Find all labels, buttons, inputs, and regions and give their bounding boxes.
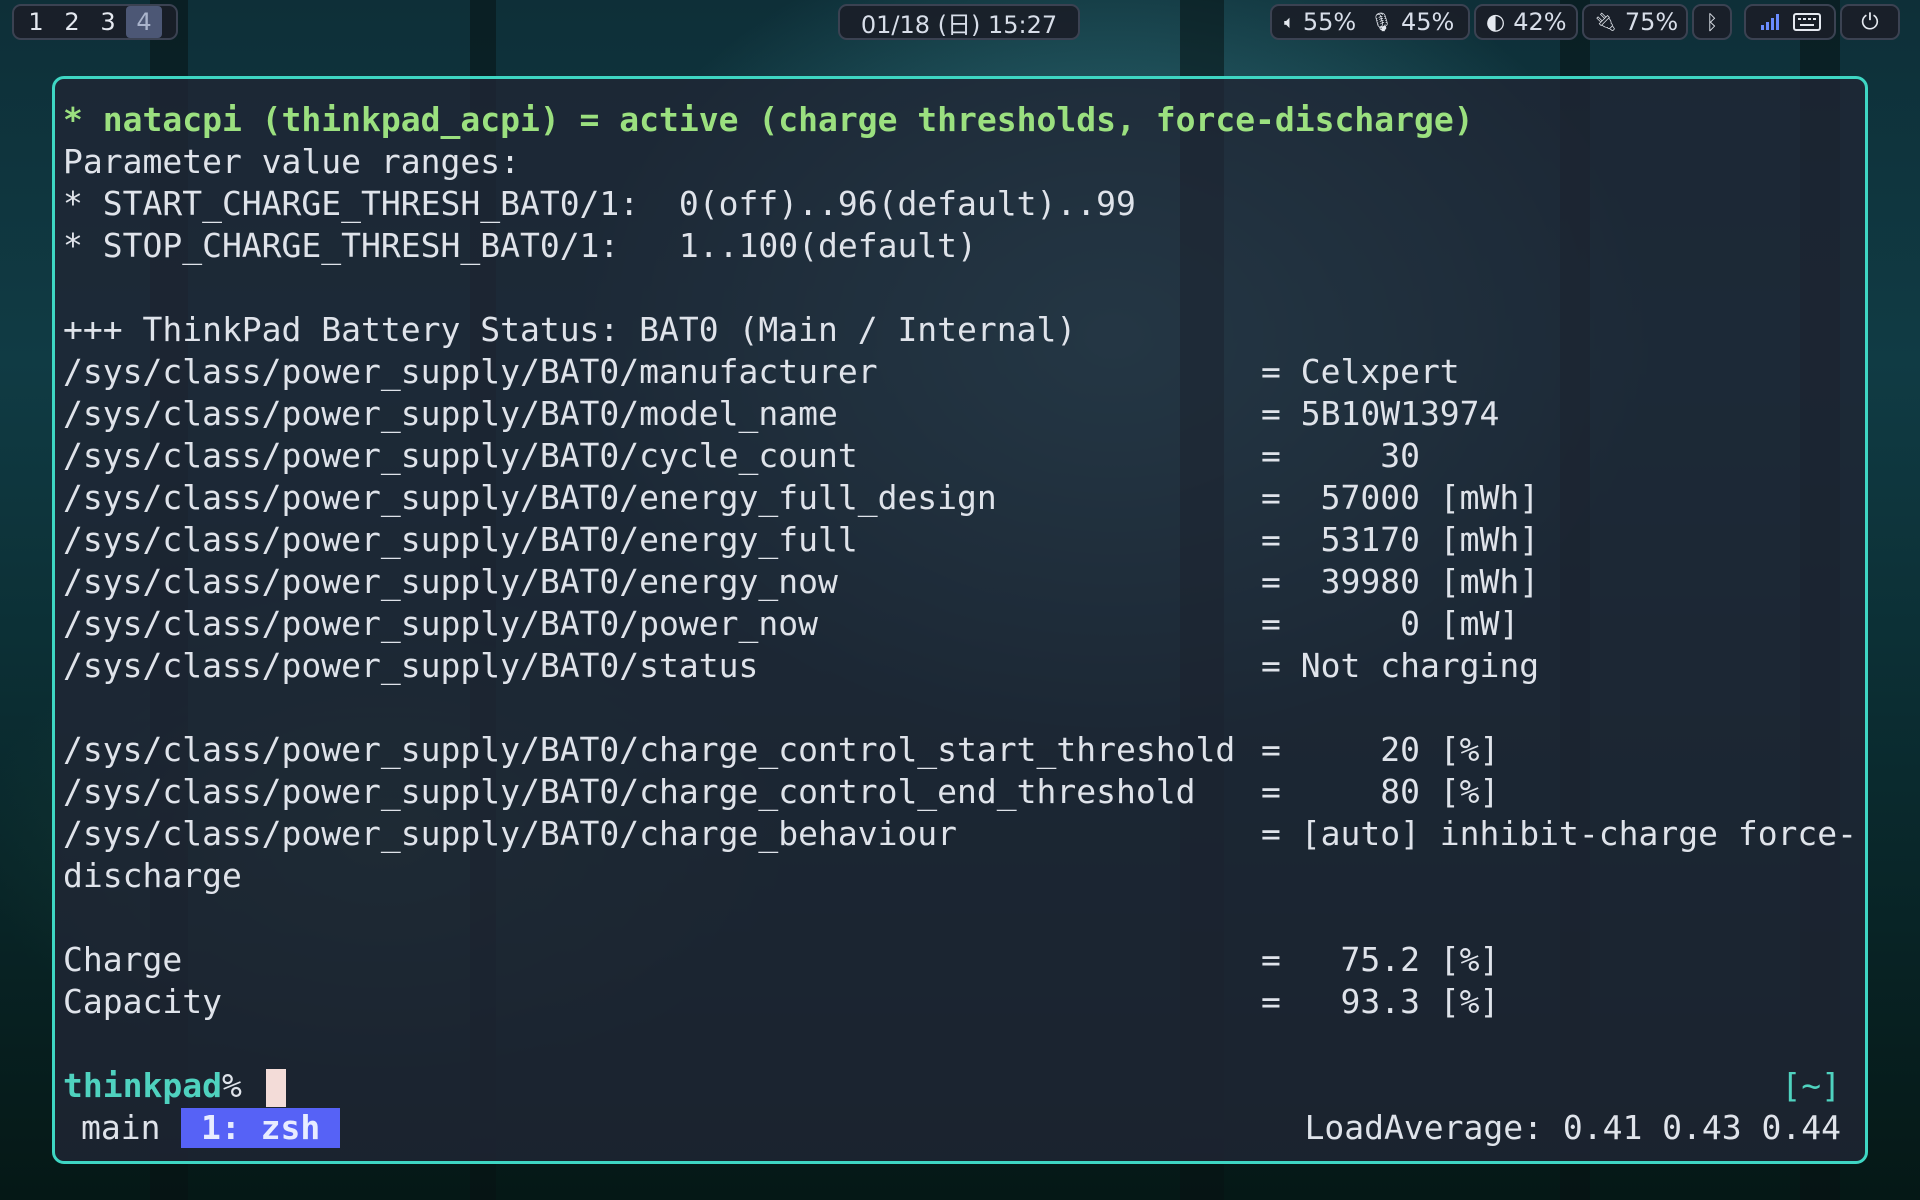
- range-stop-line: * STOP_CHARGE_THRESH_BAT0/1: 1..100(defa…: [63, 226, 977, 265]
- workspace-3[interactable]: 3: [90, 6, 126, 38]
- shell-prompt[interactable]: thinkpad%: [63, 1065, 286, 1107]
- speaker-icon: 🔈︎: [1284, 11, 1295, 33]
- row-key: /sys/class/power_supply/BAT0/energy_full…: [63, 478, 997, 517]
- clock[interactable]: 01/18 (日) 15:27: [838, 4, 1080, 40]
- row-key: /sys/class/power_supply/BAT0/charge_beha…: [63, 814, 958, 853]
- charging-plug-icon: 🔌︎: [1594, 11, 1617, 33]
- network-signal-icon[interactable]: [1760, 13, 1782, 31]
- power-widget[interactable]: ⏻: [1840, 4, 1900, 40]
- mic-control[interactable]: 🎙︎ 45%: [1366, 6, 1464, 38]
- audio-widget: 🔈︎ 55% 🎙︎ 45%: [1270, 4, 1470, 40]
- row-value: = 75.2 [%]: [1261, 940, 1500, 979]
- text-cursor: [265, 1068, 286, 1107]
- row-key: /sys/class/power_supply/BAT0/energy_now: [63, 562, 838, 601]
- current-directory: [~]: [1781, 1066, 1841, 1105]
- row-value: = 0 [mW]: [1261, 604, 1520, 643]
- brightness-segment: ◐ 42%: [1476, 6, 1577, 38]
- row-key: Capacity: [63, 982, 222, 1021]
- volume-level: 55%: [1302, 8, 1357, 36]
- row-key: /sys/class/power_supply/BAT0/power_now: [63, 604, 818, 643]
- bluetooth-icon: ᛒ: [1706, 10, 1718, 34]
- clock-text: 01/18 (日) 15:27: [860, 10, 1058, 39]
- row-value: = 20 [%]: [1261, 730, 1500, 769]
- prompt-hostname: thinkpad: [63, 1066, 222, 1105]
- tmux-session-name[interactable]: main: [81, 1107, 160, 1149]
- battery-widget[interactable]: 🔌︎ 75%: [1582, 4, 1688, 40]
- bluetooth-widget[interactable]: ᛒ: [1692, 4, 1732, 40]
- tmux-window-tab[interactable]: 1: zsh: [181, 1108, 341, 1148]
- row-value: = 53170 [mWh]: [1261, 520, 1540, 559]
- tray-widget: [1744, 4, 1836, 40]
- brightness-level: 42%: [1513, 8, 1567, 36]
- wrapped-continuation: discharge: [63, 856, 242, 895]
- workspace-2[interactable]: 2: [54, 6, 90, 38]
- row-value: = 93.3 [%]: [1261, 982, 1500, 1021]
- row-key: /sys/class/power_supply/BAT0/charge_cont…: [63, 730, 1236, 769]
- row-key: /sys/class/power_supply/BAT0/status: [63, 646, 759, 685]
- battery-status-title: +++ ThinkPad Battery Status: BAT0 (Main …: [63, 310, 1077, 349]
- row-value: = 57000 [mWh]: [1261, 478, 1540, 517]
- row-value: = 30: [1261, 436, 1420, 475]
- battery-level: 75%: [1624, 8, 1679, 36]
- power-icon: ⏻: [1861, 9, 1879, 35]
- terminal-window[interactable]: * natacpi (thinkpad_acpi) = active (char…: [52, 76, 1868, 1164]
- row-value: = [auto] inhibit-charge force-: [1261, 814, 1858, 853]
- row-value: = Not charging: [1261, 646, 1540, 685]
- row-key: /sys/class/power_supply/BAT0/energy_full: [63, 520, 858, 559]
- natacpi-header: * natacpi (thinkpad_acpi) = active (char…: [63, 100, 1474, 139]
- range-start-line: * START_CHARGE_THRESH_BAT0/1: 0(off)..96…: [63, 184, 1136, 223]
- mic-level: 45%: [1401, 8, 1455, 36]
- row-value: = 5B10W13974: [1261, 394, 1500, 433]
- workspace-4[interactable]: 4: [126, 6, 162, 38]
- workspace-switcher: 1 2 3 4: [12, 4, 178, 40]
- microphone-icon: 🎙︎: [1370, 11, 1394, 33]
- volume-control[interactable]: 🔈︎ 55%: [1272, 6, 1366, 38]
- row-key: /sys/class/power_supply/BAT0/manufacture…: [63, 352, 878, 391]
- workspace-1[interactable]: 1: [18, 6, 54, 38]
- ranges-title: Parameter value ranges:: [63, 142, 520, 181]
- prompt-symbol: %: [221, 1066, 242, 1105]
- row-key: Charge: [63, 940, 183, 979]
- row-key: /sys/class/power_supply/BAT0/cycle_count: [63, 436, 858, 475]
- row-key: /sys/class/power_supply/BAT0/charge_cont…: [63, 772, 1196, 811]
- row-key: /sys/class/power_supply/BAT0/model_name: [63, 394, 838, 433]
- load-average: LoadAverage: 0.41 0.43 0.44: [1304, 1108, 1841, 1147]
- row-value: = 80 [%]: [1261, 772, 1500, 811]
- row-value: = 39980 [mWh]: [1261, 562, 1540, 601]
- row-value: = Celxpert: [1261, 352, 1460, 391]
- battery-segment: 🔌︎ 75%: [1584, 6, 1688, 38]
- brightness-widget[interactable]: ◐ 42%: [1474, 4, 1578, 40]
- keyboard-icon[interactable]: [1792, 13, 1821, 31]
- brightness-icon: ◐: [1486, 9, 1506, 35]
